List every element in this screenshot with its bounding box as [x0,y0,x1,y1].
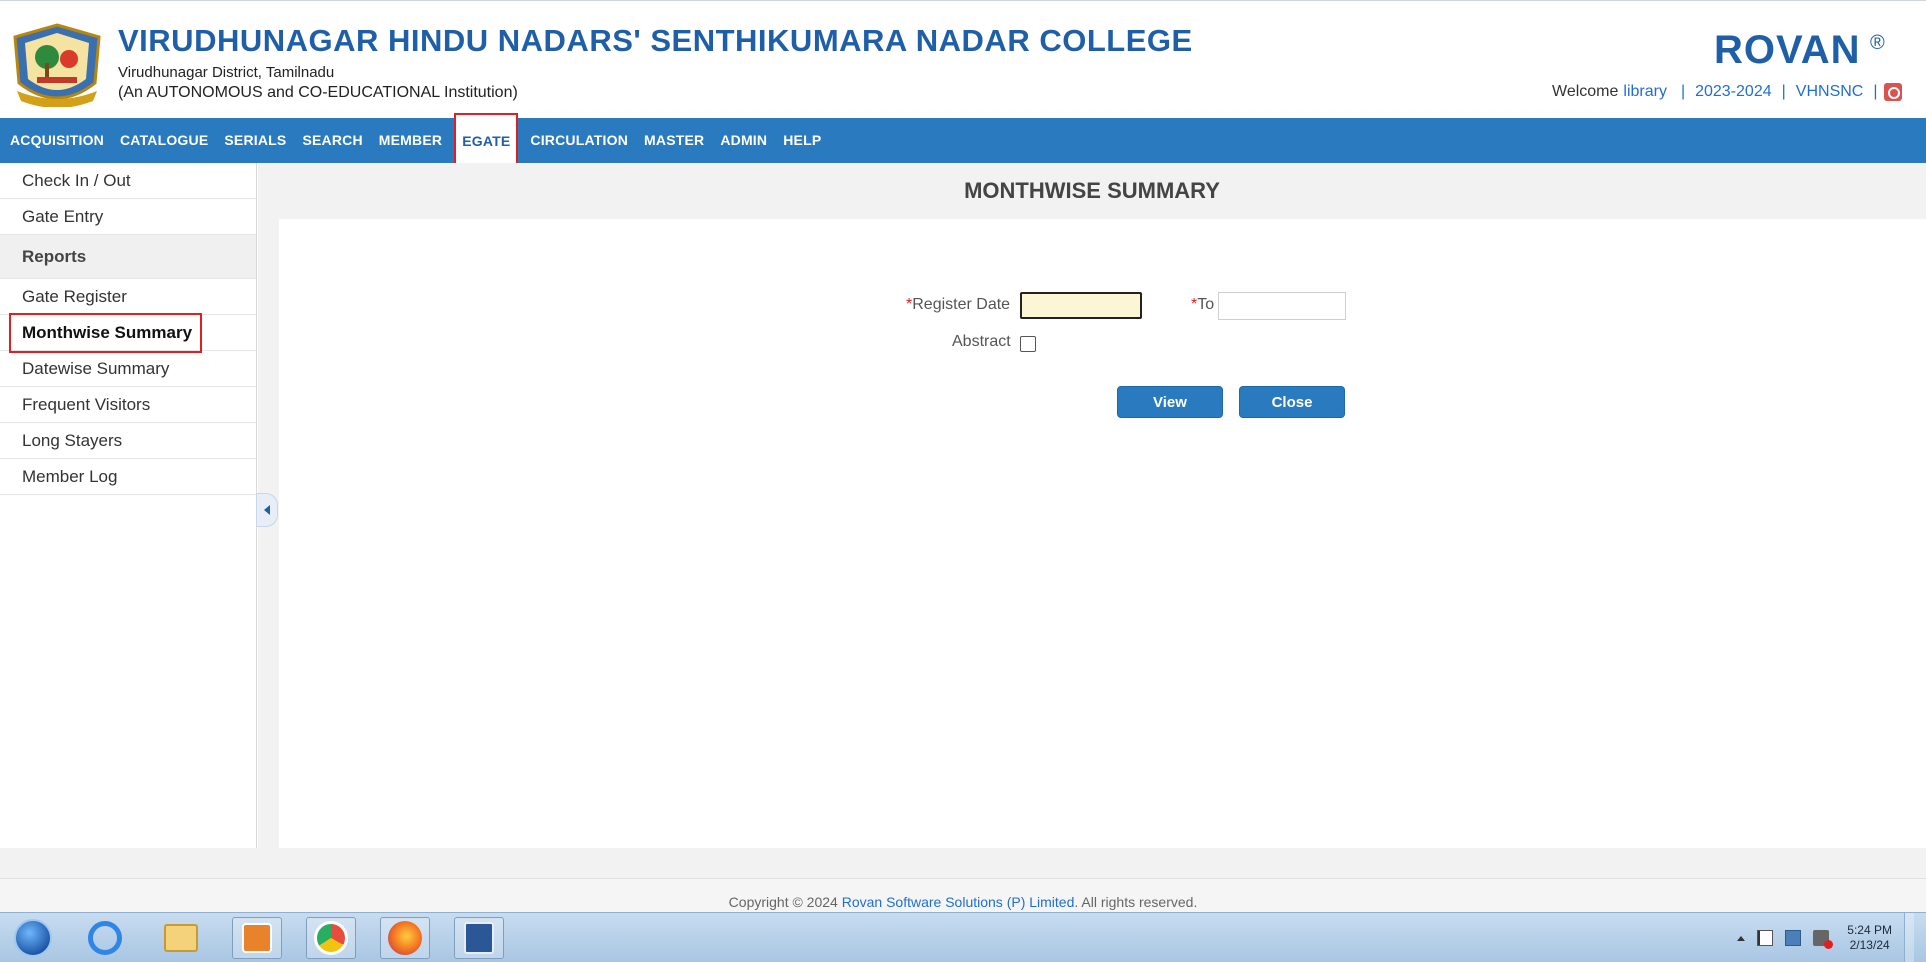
nav-master[interactable]: MASTER [636,118,712,163]
user-info-bar: Welcome library | 2023-2024 | VHNSNC | [1552,83,1902,101]
network-icon[interactable] [1785,930,1802,946]
clock-time: 5:24 PM [1847,923,1892,937]
footer-spacer [0,848,1926,878]
action-center-flag-icon[interactable] [1757,930,1774,946]
nav-serials[interactable]: SERIALS [216,118,294,163]
sidebar-item-gate-register[interactable]: Gate Register [0,279,256,315]
sidebar-collapse-icon[interactable] [256,493,278,527]
college-logo [13,23,101,107]
firefox-icon [388,921,422,955]
taskbar-ie[interactable] [80,917,130,959]
taskbar-word[interactable] [454,917,504,959]
file-explorer-icon [164,924,198,952]
close-button[interactable]: Close [1239,386,1345,418]
sidebar-item-frequent-visitors[interactable]: Frequent Visitors [0,387,256,423]
clock[interactable]: 5:24 PM 2/13/24 [1847,923,1892,953]
welcome-label: Welcome [1552,83,1619,100]
internet-explorer-icon [88,921,122,955]
nav-search[interactable]: SEARCH [294,118,370,163]
to-date-label: *To [1191,296,1214,314]
sidebar-item-check-in-out[interactable]: Check In / Out [0,163,256,199]
separator: | [1873,83,1878,100]
start-button[interactable] [8,917,58,959]
footer: Copyright © 2024 Rovan Software Solution… [0,878,1926,912]
register-date-input[interactable] [1020,292,1142,319]
selection-highlight [9,313,202,353]
sidebar-item-long-stayers[interactable]: Long Stayers [0,423,256,459]
copyright-text: Copyright © 2024 [728,894,838,910]
college-institution-type: (An AUTONOMOUS and CO-EDUCATIONAL Instit… [118,84,518,101]
os-taskbar: 5:24 PM 2/13/24 [0,912,1926,962]
taskbar-outlook[interactable] [232,917,282,959]
separator: | [1680,83,1686,100]
register-date-label: *Register Date [906,296,1010,314]
chrome-icon [314,921,348,955]
abstract-label: Abstract [952,333,1011,350]
abstract-checkbox[interactable] [1020,336,1036,352]
sidebar-item-gate-entry[interactable]: Gate Entry [0,199,256,235]
register-date-label-text: Register Date [912,296,1011,313]
to-date-label-text: To [1197,296,1215,313]
system-tray: 5:24 PM 2/13/24 [1737,913,1926,962]
nav-egate[interactable]: EGATE [454,112,519,169]
sidebar-item-member-log[interactable]: Member Log [0,459,256,495]
company-link[interactable]: Rovan Software Solutions (P) Limited [842,894,1075,910]
nav-acquisition[interactable]: ACQUISITION [0,118,112,163]
college-name: VIRUDHUNAGAR HINDU NADARS' SENTHIKUMARA … [118,23,1193,58]
to-date-input[interactable] [1218,292,1346,320]
taskbar-explorer[interactable] [156,917,206,959]
academic-year-link[interactable]: 2023-2024 [1695,83,1772,101]
show-hidden-icons-icon[interactable] [1737,935,1746,941]
taskbar-chrome[interactable] [306,917,356,959]
brand-logo: ROVAN [1714,28,1861,72]
clock-date: 2/13/24 [1849,938,1890,952]
college-district: Virudhunagar District, Tamilnadu [118,64,335,81]
outlook-icon [242,923,272,953]
brand-registered-mark: ® [1870,32,1885,54]
taskbar-firefox[interactable] [380,917,430,959]
institution-code-link[interactable]: VHNSNC [1796,83,1864,101]
nav-member[interactable]: MEMBER [371,118,450,163]
volume-muted-icon[interactable] [1813,930,1834,949]
separator: | [1781,83,1786,100]
sidebar: Check In / Out Gate Entry Reports Gate R… [0,163,257,848]
word-icon [464,922,494,954]
rights-text: . All rights reserved. [1074,894,1198,910]
view-button[interactable]: View [1117,386,1223,418]
nav-help[interactable]: HELP [775,118,829,163]
sidebar-section-reports: Reports [0,235,256,279]
logout-icon[interactable] [1883,83,1902,101]
page-title: MONTHWISE SUMMARY [258,163,1926,219]
username-link[interactable]: library [1623,83,1667,101]
windows-start-icon [14,919,52,957]
show-desktop-button[interactable] [1904,913,1914,962]
nav-catalogue[interactable]: CATALOGUE [112,118,216,163]
main-nav: ACQUISITION CATALOGUE SERIALS SEARCH MEM… [0,112,1926,169]
sidebar-item-datewise-summary[interactable]: Datewise Summary [0,351,256,387]
app-header: VIRUDHUNAGAR HINDU NADARS' SENTHIKUMARA … [0,0,1926,115]
sidebar-item-monthwise-summary[interactable]: Monthwise Summary [0,313,256,353]
nav-admin[interactable]: ADMIN [712,118,775,163]
nav-circulation[interactable]: CIRCULATION [522,118,636,163]
